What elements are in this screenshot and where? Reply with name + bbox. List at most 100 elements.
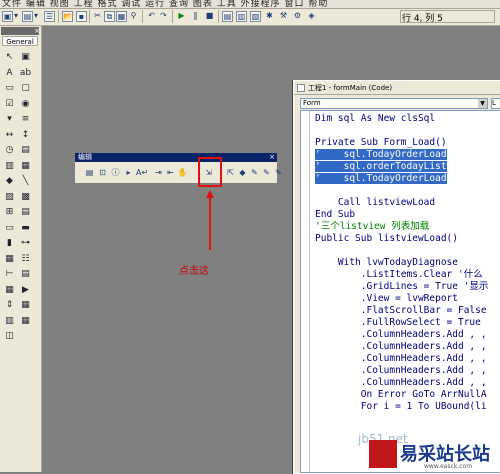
tool-data-icon[interactable]: ▩ — [19, 191, 32, 204]
code-line: On Error GoTo ArrNullA — [315, 389, 487, 401]
tool-drive-icon[interactable]: ▤ — [19, 144, 32, 157]
tool-frame-icon[interactable]: ▭ — [3, 82, 16, 95]
tool-status-icon[interactable]: ▬ — [19, 222, 32, 235]
next-bookmark-icon[interactable]: ✎ — [249, 167, 260, 178]
code-line-text: Public Sub listviewLoad() — [315, 233, 458, 244]
tool-checkbox-icon[interactable]: ☑ — [3, 98, 16, 111]
tool-calendar-icon[interactable]: ▦ — [19, 299, 32, 312]
toggle-bookmark-icon[interactable]: ◆ — [237, 167, 248, 178]
code-window-titlebar[interactable]: 工程1 - formMain (Code) — [294, 81, 500, 95]
add-form-icon[interactable]: ▤ — [22, 11, 33, 22]
tool-progress-icon[interactable]: ▮ — [3, 237, 16, 250]
tool-list-icon[interactable]: ≡ — [19, 113, 32, 126]
code-line: .FlatScrollBar = False — [315, 305, 487, 317]
toolbar-divider — [58, 10, 59, 23]
object-select[interactable]: Form ▼ — [300, 98, 488, 109]
undo-icon[interactable]: ↶ — [146, 11, 157, 22]
tool-grid-icon[interactable]: ▦ — [3, 284, 16, 297]
indent-icon[interactable]: ⇥ — [153, 167, 164, 178]
code-line: Dim sql As New clsSql — [315, 113, 435, 125]
outdent-icon[interactable]: ⇤ — [165, 167, 176, 178]
save-icon[interactable]: ▪ — [76, 11, 87, 22]
list-properties-icon[interactable]: ▤ — [84, 167, 95, 178]
menu-editor-icon[interactable]: ☰ — [44, 11, 55, 22]
clear-bookmarks-icon[interactable]: ✎ — [273, 167, 284, 178]
project-explorer-icon[interactable]: ▤ — [222, 11, 233, 22]
tool-hscroll-icon[interactable]: ↔ — [3, 129, 16, 142]
edit-toolbar-titlebar[interactable]: 编辑 × — [75, 153, 277, 162]
code-editor[interactable]: Dim sql As New clsSql Private Sub Form_Lo… — [300, 110, 500, 473]
tool-vscroll-icon[interactable]: ↕ — [19, 129, 32, 142]
form-layout-icon[interactable]: ▧ — [250, 11, 261, 22]
redo-icon[interactable]: ↷ — [158, 11, 169, 22]
find-icon[interactable]: ⚲ — [128, 11, 139, 22]
tool-imagelist-icon[interactable]: ▦ — [3, 253, 16, 266]
toolbar-divider — [142, 10, 143, 23]
tool-shape-icon[interactable]: ◆ — [3, 175, 16, 188]
tool-animation-icon[interactable]: ▶ — [19, 284, 32, 297]
open-icon[interactable]: 📂 — [62, 11, 73, 22]
close-icon[interactable]: × — [269, 153, 275, 162]
tool-flexgrid-icon[interactable]: ▦ — [19, 315, 32, 328]
code-line: ' sql.TodayOrderLoad — [315, 173, 447, 185]
chevron-down-icon[interactable]: ▼ — [478, 99, 487, 108]
tool-button-icon[interactable]: ▢ — [19, 82, 32, 95]
cut-icon[interactable]: ✂ — [92, 11, 103, 22]
tool-treeview-icon[interactable]: ⊢ — [3, 268, 16, 281]
tool-updown-icon[interactable]: ⇕ — [3, 299, 16, 312]
properties-window-icon[interactable]: ▥ — [236, 11, 247, 22]
dropdown-arrow-icon[interactable]: ▾ — [33, 11, 39, 22]
list-constants-icon[interactable]: ⊡ — [97, 167, 108, 178]
code-line: For i = 1 To UBound(li — [315, 401, 487, 413]
tool-coolbar-icon[interactable]: ◫ — [3, 330, 16, 343]
paste-icon[interactable]: ▦ — [116, 11, 127, 22]
code-line: .FullRowSelect = True — [315, 317, 481, 329]
toolbox-icon[interactable]: ⚒ — [278, 11, 289, 22]
visual-component-manager-icon[interactable]: ◈ — [306, 11, 317, 22]
break-icon[interactable]: ‖ — [190, 11, 201, 22]
toolbar-divider — [89, 10, 90, 23]
tool-option-icon[interactable]: ◉ — [19, 98, 32, 111]
param-info-icon[interactable]: ▸ — [123, 167, 134, 178]
object-browser-icon[interactable]: ✱ — [264, 11, 275, 22]
procedure-select[interactable]: L — [491, 98, 500, 109]
tool-richtext-icon[interactable]: ▤ — [19, 268, 32, 281]
tool-textbox-icon[interactable]: ab — [19, 67, 32, 80]
code-line-text: .ColumnHeaders.Add , , — [315, 377, 487, 388]
copy-icon[interactable]: ⧉ — [104, 11, 115, 22]
menu-bar-labels[interactable]: 文件 编辑 视图 工程 格式 调试 运行 查询 图表 工具 外接程序 窗口 帮助 — [2, 0, 328, 8]
tool-dir-icon[interactable]: ▥ — [3, 160, 16, 173]
dropdown-arrow-icon[interactable]: ▾ — [13, 11, 19, 22]
end-icon[interactable]: ■ — [204, 11, 215, 22]
tool-timer-icon[interactable]: ◷ — [3, 144, 16, 157]
code-line-text: Private Sub Form_Load() — [315, 137, 447, 148]
toolbox-titlebar[interactable]: × — [1, 27, 41, 35]
tool-listview-icon[interactable]: ☷ — [19, 253, 32, 266]
tool-file-icon[interactable]: ▦ — [19, 160, 32, 173]
close-icon[interactable]: × — [33, 27, 41, 35]
tool-line-icon[interactable]: ╲ — [19, 175, 32, 188]
quick-info-icon[interactable]: ⓘ — [110, 167, 121, 178]
uncomment-block-icon[interactable]: ⇱ — [225, 167, 236, 178]
tool-label-icon[interactable]: A — [3, 67, 16, 80]
add-project-icon[interactable]: ▣ — [2, 11, 13, 22]
complete-word-icon[interactable]: A↵ — [136, 167, 148, 178]
prev-bookmark-icon[interactable]: ✎ — [261, 167, 272, 178]
toolbar-divider — [172, 10, 173, 23]
toolbox-tab-general[interactable]: General — [2, 36, 38, 46]
start-icon[interactable]: ▶ — [176, 11, 187, 22]
tool-combo-icon[interactable]: ▾ — [3, 113, 16, 126]
tool-mschart-icon[interactable]: ▥ — [3, 315, 16, 328]
code-line-text: .ListItems.Clear '什么 — [315, 269, 483, 280]
code-line-text: End Sub — [315, 209, 356, 220]
tool-image-icon[interactable]: ▨ — [3, 191, 16, 204]
annotation-label: 点击这 — [179, 266, 209, 277]
tool-picture-icon[interactable]: ▣ — [19, 51, 32, 64]
data-view-icon[interactable]: ⚙ — [292, 11, 303, 22]
tool-tab-icon[interactable]: ▭ — [3, 222, 16, 235]
toggle-breakpoint-icon[interactable]: ✋ — [177, 167, 188, 178]
tool-common-icon[interactable]: ▤ — [19, 206, 32, 219]
tool-slider-icon[interactable]: ⊶ — [19, 237, 32, 250]
tool-pointer-icon[interactable]: ↖ — [3, 51, 16, 64]
tool-ole-icon[interactable]: ⊞ — [3, 206, 16, 219]
